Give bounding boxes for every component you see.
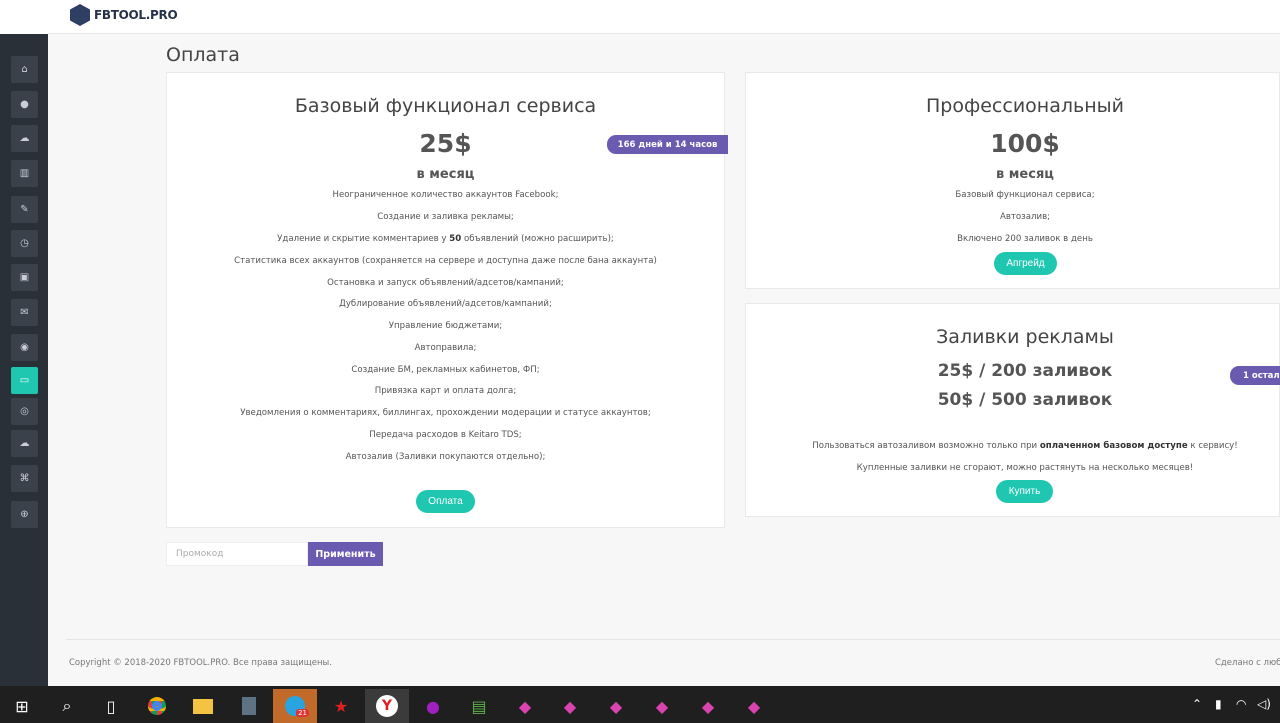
browser-profile-icon[interactable]: ◆ [594,689,638,723]
basic-plan-period: в месяц [416,167,475,182]
feature-item: Передача расходов в Keitaro TDS; [369,430,522,440]
sidebar-item-money[interactable]: ▣ [11,264,38,291]
user-icon: ● [20,99,29,110]
feature-item: Привязка карт и оплата долга; [374,386,517,396]
feature-item: Создание и заливка рекламы; [377,212,514,222]
pay-button[interactable]: Оплата [416,490,475,513]
microphone-icon[interactable]: ▮ [1215,697,1222,711]
subscription-remaining-badge: 166 дней и 14 часов [607,135,728,154]
yandex-browser-icon[interactable]: Y [365,689,409,723]
sidebar-item-statistics[interactable]: ▥ [11,160,38,187]
feature-item-comments: Удаление и скрытие комментариев у 50 объ… [277,234,614,244]
windows-taskbar: ⊞ ⌕ ▯ 21 ★ Y ● ▤ ◆ ◆ ◆ ◆ ◆ ◆ ⌃ ▮ ◠ ◁) [0,686,1280,723]
feature-item: Остановка и запуск объявлений/адсетов/ка… [327,278,564,288]
sidebar-item-home[interactable]: ⌂ [11,56,38,83]
pro-plan-card: Профессиональный 100$ в месяц Базовый фу… [745,72,1280,289]
uploads-note-expiry: Купленные заливки не сгорают, можно раст… [856,463,1194,473]
uploads-remaining-badge: 1 остал [1230,366,1280,385]
star-app-icon[interactable]: ★ [319,689,363,723]
pro-plan-title: Профессиональный [926,95,1124,117]
uploads-note-access: Пользоваться автозаливом возможно только… [812,441,1238,451]
wifi-icon[interactable]: ◠ [1236,697,1246,711]
image-app-icon[interactable]: ▤ [457,689,501,723]
sidebar-logo-area [0,0,48,34]
feature-item: Управление бюджетами; [388,321,503,331]
top-bar [48,0,1280,34]
chrome-icon[interactable] [135,689,179,723]
sidebar-item-account[interactable]: ◉ [11,334,38,361]
browser-profile-icon[interactable]: ◆ [548,689,592,723]
clock-icon: ◷ [20,238,29,249]
pro-plan-price: 100$ [990,129,1060,158]
browser-profile-icon[interactable]: ◆ [732,689,776,723]
buy-button[interactable]: Купить [996,480,1053,503]
promo-code-input[interactable]: Промокод [166,542,308,566]
telegram-icon[interactable]: 21 [273,689,317,723]
credit-card-icon: ▭ [19,375,30,386]
sidebar-item-cloud[interactable]: ☁ [11,430,38,457]
feature-item: Автоправила; [414,343,477,353]
feature-item: Уведомления о комментариях, биллингах, п… [240,408,651,418]
task-view-icon[interactable]: ▯ [89,689,133,723]
feature-item: Статистика всех аккаунтов (сохраняется н… [234,256,657,266]
calculator-icon[interactable] [227,689,271,723]
feature-item: Неограниченное количество аккаунтов Face… [332,190,559,200]
browser-profile-icon[interactable]: ◆ [686,689,730,723]
feature-item: Автозалив; [999,212,1051,222]
browser-profile-icon[interactable]: ◆ [640,689,684,723]
home-icon: ⌂ [21,64,28,75]
feature-item: Дублирование объявлений/адсетов/кампаний… [339,299,552,309]
uploads-card: Заливки рекламы 25$ / 200 заливок 50$ / … [745,303,1280,517]
tray-chevron-icon[interactable]: ⌃ [1192,697,1202,711]
cloud-upload-icon: ☁ [19,133,30,144]
file-explorer-icon[interactable] [181,689,225,723]
pro-plan-period: в месяц [996,167,1054,182]
feature-item: Включено 200 заливок в день [957,234,1093,244]
footer-copyright: Copyright © 2018-2020 FBTOOL.PRO. Все пр… [69,658,332,668]
sidebar: ⌂ ● ☁ ▥ ✎ ◷ ▣ ✉ ◉ ▭ ◎ ☁ ⌘ ⊕ [0,0,48,686]
footer-credit: Сделано с любо [1215,658,1280,668]
sidebar-item-edit[interactable]: ✎ [11,196,38,223]
edit-icon: ✎ [20,204,29,215]
feature-item: Базовый функционал сервиса; [955,190,1095,200]
browser-profile-icon[interactable]: ◆ [503,689,547,723]
windows-start-icon[interactable]: ⊞ [0,689,44,723]
cloud-icon: ☁ [19,438,30,449]
sidebar-item-tools[interactable]: ⌘ [11,465,38,492]
feature-item: Автозалив (Заливки покупаются отдельно); [345,452,546,462]
apply-promo-button[interactable]: Применить [308,542,383,566]
brand-name: FBTOOL.PRO [94,8,178,22]
feature-item: Создание БМ, рекламных кабинетов, ФП; [351,365,540,375]
sidebar-item-billing[interactable]: ▭ [11,367,38,394]
uploads-price-500: 50$ / 500 заливок [937,390,1113,410]
brand-logo[interactable]: FBTOOL.PRO [70,4,178,26]
sidebar-item-profile[interactable]: ● [11,91,38,118]
page-title: Оплата [166,44,240,66]
money-icon: ▣ [19,272,30,283]
user-circle-icon: ◉ [20,342,29,353]
comments-icon: ✉ [20,307,29,318]
footer-divider [66,639,1280,640]
game-app-icon[interactable]: ● [411,689,455,723]
sidebar-item-comments[interactable]: ✉ [11,299,38,326]
eye-icon: ◎ [20,406,29,417]
uploads-title: Заливки рекламы [936,326,1114,348]
uploads-price-200: 25$ / 200 заливок [937,361,1113,381]
sidebar-item-clock[interactable]: ◷ [11,230,38,257]
sidebar-item-upload[interactable]: ☁ [11,125,38,152]
basic-plan-title: Базовый функционал сервиса [294,95,597,117]
logo-icon [70,4,90,26]
search-icon[interactable]: ⌕ [45,689,89,723]
volume-icon[interactable]: ◁) [1257,697,1271,711]
bar-chart-icon: ▥ [19,168,30,179]
binoculars-icon: ⌘ [19,473,30,484]
upgrade-button[interactable]: Апгрейд [994,252,1057,275]
sidebar-item-support[interactable]: ⊕ [11,501,38,528]
sidebar-item-view[interactable]: ◎ [11,398,38,425]
lifebuoy-icon: ⊕ [20,509,29,520]
